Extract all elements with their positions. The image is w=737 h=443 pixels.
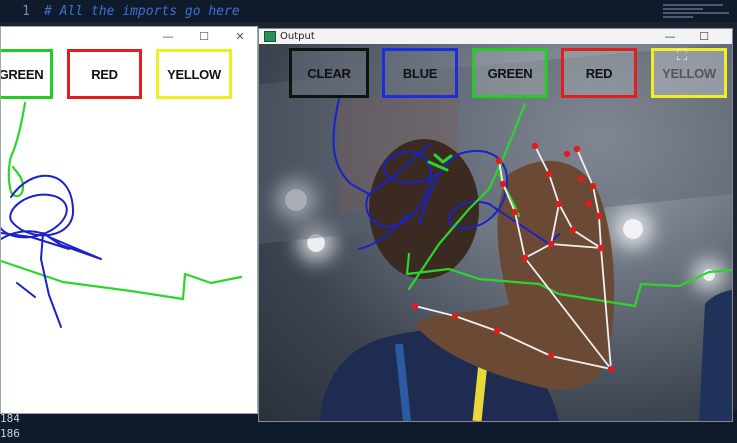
background-person — [699, 290, 732, 421]
clear-button[interactable]: CLEAR — [289, 48, 369, 98]
scene-overlay — [259, 44, 732, 421]
green-stroke — [1, 259, 243, 301]
window-title: Output — [280, 31, 315, 42]
blue-stroke — [1, 230, 102, 328]
blue-stroke — [1, 174, 75, 239]
minimap[interactable] — [663, 4, 733, 20]
paint-window: — ☐ ✕ GREEN RED YELLOW — [0, 26, 258, 414]
green-color-button[interactable]: GREEN — [472, 48, 548, 98]
camera-feed[interactable]: CLEAR BLUE GREEN RED YELLOW ⛶ — [259, 44, 732, 421]
code-line-1[interactable]: 1 # All the imports go here — [0, 2, 240, 20]
blue-color-button[interactable]: BLUE — [382, 48, 458, 98]
maximize-button[interactable]: ☐ — [689, 29, 719, 44]
code-editor-top: 1 # All the imports go here — [0, 0, 737, 22]
app-icon — [264, 31, 276, 42]
minimize-button[interactable]: — — [655, 29, 685, 44]
line-number: 186 — [0, 427, 20, 440]
green-stroke — [7, 101, 27, 198]
output-window: Output — ☐ CLEAR BLUE GREEN RED YELLOW ⛶ — [258, 28, 733, 422]
line-number: 1 — [22, 3, 30, 19]
blue-stroke — [16, 282, 36, 298]
fullscreen-icon[interactable]: ⛶ — [669, 44, 695, 66]
output-title-bar[interactable]: Output — ☐ — [259, 29, 732, 44]
code-comment: # All the imports go here — [44, 3, 240, 19]
paint-canvas[interactable] — [1, 27, 257, 413]
red-color-button[interactable]: RED — [561, 48, 637, 98]
